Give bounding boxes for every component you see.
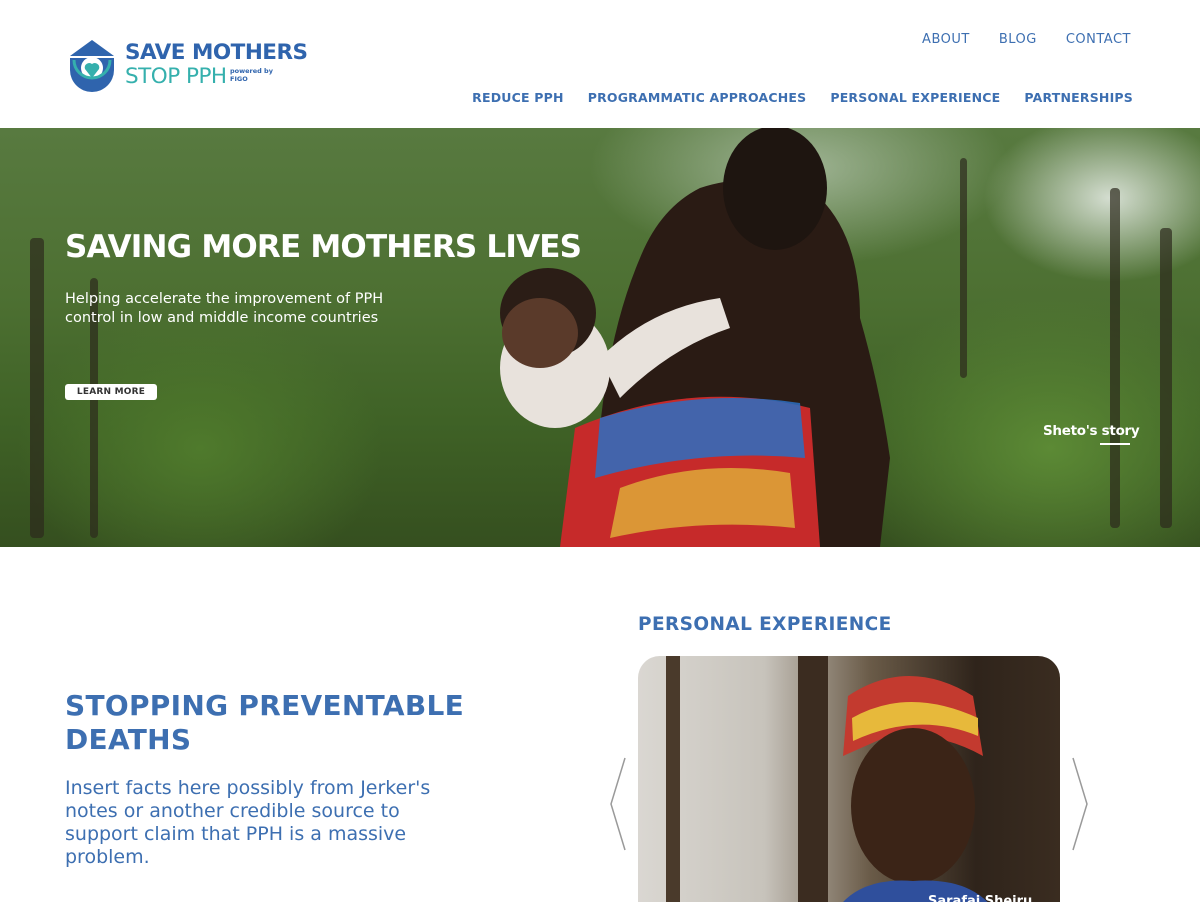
hero-banner: SAVING MORE MOTHERS LIVES Helping accele… <box>0 128 1200 547</box>
site-header: SAVE MOTHERS STOP PPH powered by FIGO AB… <box>0 0 1200 128</box>
nav-link-programmatic-approaches[interactable]: PROGRAMMATIC APPROACHES <box>588 90 807 105</box>
main-nav: REDUCE PPH PROGRAMMATIC APPROACHES PERSO… <box>472 90 1133 105</box>
learn-more-button[interactable]: LEARN MORE <box>65 384 157 400</box>
chevron-right-icon[interactable] <box>1071 756 1089 852</box>
nav-link-personal-experience[interactable]: PERSONAL EXPERIENCE <box>830 90 1000 105</box>
nav-link-partnerships[interactable]: PARTNERSHIPS <box>1024 90 1133 105</box>
personal-experience-title: PERSONAL EXPERIENCE <box>638 614 892 635</box>
nav-link-contact[interactable]: CONTACT <box>1066 32 1131 47</box>
nav-link-reduce-pph[interactable]: REDUCE PPH <box>472 90 564 105</box>
nav-link-about[interactable]: ABOUT <box>922 32 970 47</box>
card-caption: Sarafai Sheiru <box>928 894 1033 902</box>
story-link-underline <box>1100 443 1130 445</box>
logo-subtitle: STOP PPH <box>125 64 227 89</box>
logo-powered-by: powered by FIGO <box>230 67 273 83</box>
story-link[interactable]: Sheto's story <box>1043 423 1140 439</box>
hero-mother-figure <box>500 128 890 547</box>
card-portrait-image <box>843 676 988 902</box>
logo-figo-text: FIGO <box>230 75 248 83</box>
personal-experience-card[interactable]: Sarafai Sheiru <box>638 656 1060 902</box>
intro-title: STOPPING PREVENTABLE DEATHS <box>65 689 465 756</box>
logo-title: SAVE MOTHERS <box>125 40 308 65</box>
hero-title: SAVING MORE MOTHERS LIVES <box>65 229 582 265</box>
nav-link-blog[interactable]: BLOG <box>999 32 1037 47</box>
logo-powered-text: powered by <box>230 67 273 75</box>
top-nav: ABOUT BLOG CONTACT <box>922 32 1131 47</box>
intro-body: Insert facts here possibly from Jerker's… <box>65 777 431 868</box>
chevron-left-icon[interactable] <box>609 756 627 852</box>
hero-subtitle: Helping accelerate the improvement of PP… <box>65 291 384 326</box>
logo-mark-icon <box>70 40 114 92</box>
site-logo[interactable]: SAVE MOTHERS STOP PPH powered by FIGO <box>66 38 308 96</box>
